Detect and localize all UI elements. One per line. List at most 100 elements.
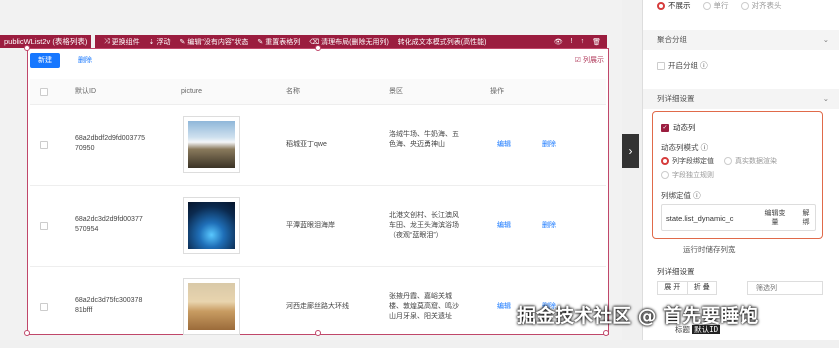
chevron-down-icon: ⌄ <box>822 35 829 44</box>
row-scenic: 北港文创村、长江澳风 车田、龙王头海滨浴场 （夜观“蓝眼泪”） <box>389 212 459 239</box>
radio-icon <box>661 157 669 166</box>
row-name: 稻城亚丁qwe <box>286 141 327 148</box>
row-edit-link[interactable]: 编辑 <box>497 140 511 150</box>
edit-icon: ✎ <box>179 38 186 46</box>
checkbox-icon <box>657 62 665 71</box>
radio-icon <box>657 2 665 11</box>
toolbar-float-button[interactable]: ⇣ 浮动 <box>149 37 171 47</box>
toolbar-label: 清理布局(删除无用列) <box>321 38 389 46</box>
row-id: 68a2dc3d75fc300378 81bfff <box>75 297 143 314</box>
resize-handle[interactable] <box>24 45 30 51</box>
radio-option[interactable]: 字段独立规则 <box>661 170 821 180</box>
expand-button[interactable]: 展 开 <box>658 282 688 294</box>
trash-icon[interactable]: 🗑 <box>592 38 601 46</box>
expand-collapse-group: 展 开 折 叠 <box>657 281 717 295</box>
radio-option[interactable]: 对齐表头 <box>740 0 782 12</box>
toolbar-label: 转化成文本模式列表(高性能) <box>397 38 487 46</box>
collapse-panel-button[interactable]: › <box>622 134 639 168</box>
radio-icon <box>661 171 669 180</box>
row-delete-link[interactable]: 删除 <box>542 140 556 150</box>
dynamic-mode-radio-group: 列字段绑定值 真实数据渲染 字段独立规则 <box>661 156 821 180</box>
aggregate-section-header[interactable]: 聚合分组 ⌄ <box>643 30 839 50</box>
chevron-right-icon: › <box>628 144 633 158</box>
resize-handle[interactable] <box>315 330 321 336</box>
pin-icon: ⇣ <box>148 38 155 46</box>
row-picture[interactable] <box>183 116 240 173</box>
header-op: 操作 <box>490 88 504 95</box>
component-toolbar: ⤨ 更换组件 ⇣ 浮动 ✎ 编辑"没有内容"状态 ✎ 重置表格列 ⌫ 清理布局(删除无用列… <box>95 35 607 48</box>
header-scenic: 景区 <box>389 88 403 95</box>
checkbox-icon: ☑ <box>574 57 583 64</box>
toolbar-label: 浮动 <box>156 38 171 46</box>
dynamic-column-box: ✓ 动态列 动态列模式 ⓘ 列字段绑定值 真实数据渲染 字段独立规则 列绑定值 ⓘ… <box>652 111 823 239</box>
row-id: 68a2dbdf2d9fd003775 70950 <box>75 135 146 152</box>
collapse-button[interactable]: 折 叠 <box>688 282 717 294</box>
edit-variable-button[interactable]: 编辑变量 <box>758 209 792 227</box>
table-header: 默认ID picture 名称 景区 操作 <box>30 79 606 105</box>
select-all-checkbox[interactable] <box>40 88 48 96</box>
toolbar-replace-button[interactable]: ⤨ 更换组件 <box>104 37 140 47</box>
radio-option[interactable]: 列字段绑定值 <box>661 157 714 166</box>
toolbar-edit-empty-button[interactable]: ✎ 编辑"没有内容"状态 <box>179 37 248 47</box>
unbind-button[interactable]: 解绑 <box>798 209 814 227</box>
table-row: 68a2dc3d2d9fd00377 570954 平潭蓝眼泪海岸 北港文创村、长… <box>30 186 606 267</box>
check-icon: ✓ <box>661 124 669 133</box>
toolbar-label: 重置表格列 <box>265 38 301 46</box>
radio-icon <box>740 2 749 11</box>
header-mode-radio-group: 不展示 单行 对齐表头 <box>657 0 782 12</box>
bind-label: 列绑定值 ⓘ <box>661 191 701 200</box>
header-name: 名称 <box>286 88 300 95</box>
aggregate-toggle[interactable]: 开启分组 ⓘ <box>657 60 708 71</box>
row-edit-link[interactable]: 编辑 <box>497 302 511 312</box>
chevron-down-icon: ⌄ <box>822 94 829 103</box>
toolbar-label: 更换组件 <box>111 38 140 46</box>
dynamic-column-checkbox[interactable]: ✓ 动态列 <box>661 122 696 133</box>
row-name: 平潭蓝眼泪海岸 <box>286 222 335 229</box>
row-edit-link[interactable]: 编辑 <box>497 221 511 231</box>
new-button[interactable]: 新建 <box>30 53 60 68</box>
row-checkbox[interactable] <box>40 222 48 230</box>
info-icon: ⓘ <box>700 143 709 152</box>
row-picture[interactable] <box>183 197 240 254</box>
table-row: 68a2dbdf2d9fd003775 70950 稻城亚丁qwe 洛绒牛场、牛奶… <box>30 105 606 186</box>
bind-value-input[interactable]: state.list_dynamic_c <box>666 214 734 223</box>
column-settings-header[interactable]: 列详细设置 ⌄ <box>643 89 839 109</box>
row-delete-link[interactable]: 删除 <box>542 221 556 231</box>
radio-option[interactable]: 真实数据渲染 <box>723 157 777 166</box>
table-list-frame[interactable]: 新建 删除 ☑ 列展示 默认ID picture 名称 景区 操作 68a2db… <box>24 45 609 336</box>
header-picture: picture <box>181 88 203 95</box>
info-icon[interactable]: ! <box>571 38 573 46</box>
toolbar-text-mode-button[interactable]: 转化成文本模式列表(高性能) <box>398 37 487 47</box>
component-tag[interactable]: publicWList2v (表格列表) <box>0 35 92 48</box>
header-id: 默认ID <box>75 88 96 95</box>
toolbar-clean-layout-button[interactable]: ⌫ 清理布局(删除无用列) <box>309 37 389 47</box>
row-id: 68a2dc3d2d9fd00377 570954 <box>75 216 143 233</box>
row-scenic: 洛绒牛场、牛奶海、五 色海、央迈勇神山 <box>389 131 459 148</box>
toolbar-label: 编辑"没有内容"状态 <box>187 38 249 46</box>
row-name: 河西走廊丝路大环线 <box>286 303 349 310</box>
resize-handle[interactable] <box>603 330 609 336</box>
column-detail-label: 列详细设置 <box>657 267 695 276</box>
delete-button[interactable]: 删除 <box>78 53 92 68</box>
info-icon: ⓘ <box>693 191 701 200</box>
shuffle-icon: ⤨ <box>104 37 110 45</box>
radio-option[interactable]: 不展示 <box>657 0 691 12</box>
up-arrow-icon[interactable]: ↑ <box>581 38 585 46</box>
info-icon: ⓘ <box>700 61 708 70</box>
resize-handle[interactable] <box>24 330 30 336</box>
eye-icon[interactable]: 👁 <box>554 38 563 46</box>
row-scenic: 张掖丹霞、嘉峪关城 楼、敦煌莫高窟、鸣沙 山月牙泉、阳关遗址 <box>389 293 459 320</box>
radio-icon <box>723 157 732 166</box>
radio-option[interactable]: 单行 <box>702 0 729 12</box>
bind-value-field: state.list_dynamic_c 编辑变量 解绑 <box>661 204 816 231</box>
toolbar-reset-columns-button[interactable]: ✎ 重置表格列 <box>257 37 300 47</box>
properties-panel: 不展示 单行 对齐表头 聚合分组 ⌄ 开启分组 ⓘ 列详细设置 ⌄ ✓ 动态列 动态列… <box>642 0 839 340</box>
filter-columns-input[interactable] <box>747 281 823 295</box>
resize-handle[interactable] <box>315 45 321 51</box>
radio-icon <box>702 2 711 11</box>
runtime-store-toggle[interactable]: 运行时储存列宽 <box>683 244 736 255</box>
row-checkbox[interactable] <box>40 303 48 311</box>
column-show-toggle[interactable]: ☑ 列展示 <box>575 55 604 65</box>
row-checkbox[interactable] <box>40 141 48 149</box>
row-picture[interactable] <box>183 278 240 335</box>
